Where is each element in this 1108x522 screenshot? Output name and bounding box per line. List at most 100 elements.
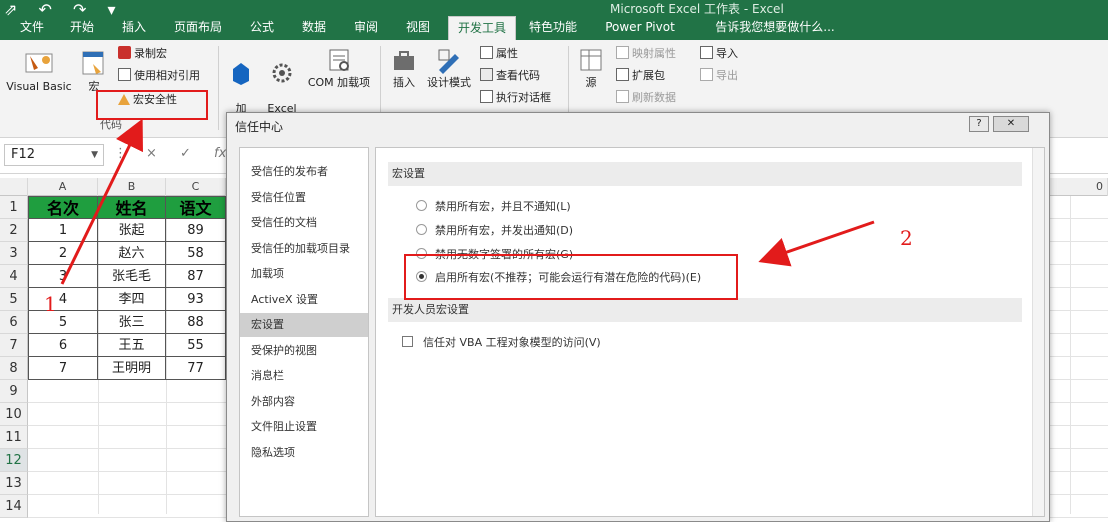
table-cell[interactable]: 张毛毛 <box>98 265 166 288</box>
nav-item[interactable]: 消息栏 <box>240 364 368 388</box>
expansion-packs-label: 扩展包 <box>632 69 665 82</box>
run-dialog-button[interactable]: 执行对话框 <box>480 90 551 106</box>
row-header[interactable]: 7 <box>0 334 28 357</box>
table-cell[interactable]: 3 <box>28 265 98 288</box>
export-button[interactable]: 导出 <box>700 68 738 84</box>
design-mode-button[interactable]: 设计模式 <box>424 46 474 89</box>
table-header-cell[interactable]: 语文 <box>166 196 226 219</box>
radio-circle[interactable] <box>416 200 427 211</box>
map-properties-button[interactable]: 映射属性 <box>616 46 676 62</box>
ribbon-tab[interactable]: 插入 <box>112 16 156 40</box>
row-header[interactable]: 4 <box>0 265 28 288</box>
table-cell[interactable]: 4 <box>28 288 98 311</box>
addins-icon <box>233 63 249 85</box>
ribbon-tab[interactable]: 审阅 <box>344 16 388 40</box>
column-header[interactable]: A <box>28 178 98 196</box>
macro-option-radio[interactable]: 禁用所有宏，并发出通知(D) <box>416 222 573 238</box>
nav-item[interactable]: 外部内容 <box>240 390 368 414</box>
row-header[interactable]: 1 <box>0 196 28 219</box>
fx-icon[interactable]: fx <box>214 146 226 161</box>
record-macro-button[interactable]: 录制宏 <box>118 46 167 62</box>
column-header[interactable]: C <box>166 178 226 196</box>
properties-button[interactable]: 属性 <box>480 46 518 62</box>
trust-vba-access-checkbox[interactable]: 信任对 VBA 工程对象模型的访问(V) <box>402 334 601 350</box>
table-header-cell[interactable]: 姓名 <box>98 196 166 219</box>
relative-reference-button[interactable]: 使用相对引用 <box>118 68 200 84</box>
nav-item[interactable]: 受保护的视图 <box>240 339 368 363</box>
tell-me-search[interactable]: 告诉我您想要做什么... <box>700 16 850 40</box>
radio-circle[interactable] <box>416 224 427 235</box>
nav-item[interactable]: 受信任位置 <box>240 186 368 210</box>
table-cell[interactable]: 88 <box>166 311 226 334</box>
pane-scrollbar[interactable] <box>1032 148 1044 516</box>
table-cell[interactable]: 93 <box>166 288 226 311</box>
row-header[interactable]: 12 <box>0 449 28 472</box>
table-cell[interactable]: 6 <box>28 334 98 357</box>
table-cell[interactable]: 王明明 <box>98 357 166 380</box>
row-header[interactable]: 10 <box>0 403 28 426</box>
view-code-button[interactable]: 查看代码 <box>480 68 540 84</box>
refresh-data-button[interactable]: 刷新数据 <box>616 90 676 106</box>
table-cell[interactable]: 55 <box>166 334 226 357</box>
nav-item[interactable]: 加载项 <box>240 262 368 286</box>
macro-option-radio[interactable]: 禁用所有宏，并且不通知(L) <box>416 198 571 214</box>
ribbon-tab[interactable]: 公式 <box>240 16 284 40</box>
ribbon-tab[interactable]: 视图 <box>396 16 440 40</box>
nav-item[interactable]: 受信任的加载项目录 <box>240 237 368 261</box>
table-cell[interactable]: 王五 <box>98 334 166 357</box>
row-header[interactable]: 8 <box>0 357 28 380</box>
ribbon-tab[interactable]: Power Pivot <box>590 16 690 40</box>
name-box[interactable]: F12 ▼ <box>4 144 104 166</box>
annotation-label-2: 2 <box>900 226 913 250</box>
table-cell[interactable]: 77 <box>166 357 226 380</box>
nav-item[interactable]: ActiveX 设置 <box>240 288 368 312</box>
table-cell[interactable]: 1 <box>28 219 98 242</box>
row-header[interactable]: 9 <box>0 380 28 403</box>
expansion-packs-button[interactable]: 扩展包 <box>616 68 665 84</box>
row-header[interactable]: 5 <box>0 288 28 311</box>
ribbon-tab[interactable]: 数据 <box>292 16 336 40</box>
table-header-cell[interactable]: 名次 <box>28 196 98 219</box>
table-cell[interactable]: 89 <box>166 219 226 242</box>
nav-item[interactable]: 受信任的发布者 <box>240 160 368 184</box>
table-cell[interactable]: 李四 <box>98 288 166 311</box>
table-cell[interactable]: 5 <box>28 311 98 334</box>
row-header[interactable]: 6 <box>0 311 28 334</box>
ribbon-tab[interactable]: 开发工具 <box>448 16 516 40</box>
table-cell[interactable]: 2 <box>28 242 98 265</box>
visual-basic-button[interactable]: Visual Basic <box>4 48 74 93</box>
table-cell[interactable]: 张起 <box>98 219 166 242</box>
column-header[interactable]: 0 <box>1096 178 1108 196</box>
nav-item[interactable]: 宏设置 <box>240 313 368 337</box>
nav-item[interactable]: 受信任的文档 <box>240 211 368 235</box>
insert-control-button[interactable]: 插入 <box>386 46 422 89</box>
column-header[interactable]: B <box>98 178 166 196</box>
nav-item[interactable]: 隐私选项 <box>240 441 368 465</box>
chevron-down-icon[interactable]: ▼ <box>91 145 98 165</box>
close-button[interactable]: ✕ <box>993 116 1029 132</box>
row-header[interactable]: 2 <box>0 219 28 242</box>
ribbon-tab[interactable]: 特色功能 <box>524 16 582 40</box>
table-cell[interactable]: 58 <box>166 242 226 265</box>
ribbon-tab[interactable]: 开始 <box>60 16 104 40</box>
table-cell[interactable]: 赵六 <box>98 242 166 265</box>
enter-icon[interactable]: ✓ <box>180 146 191 161</box>
help-button[interactable]: ? <box>969 116 989 132</box>
nav-item[interactable]: 文件阻止设置 <box>240 415 368 439</box>
checkbox-box[interactable] <box>402 336 413 347</box>
com-addins-button[interactable]: COM 加载项 <box>304 46 374 89</box>
row-header[interactable]: 3 <box>0 242 28 265</box>
table-cell[interactable]: 7 <box>28 357 98 380</box>
select-all-corner[interactable] <box>0 178 28 196</box>
table-cell[interactable]: 张三 <box>98 311 166 334</box>
table-cell[interactable]: 87 <box>166 265 226 288</box>
row-header[interactable]: 14 <box>0 495 28 518</box>
macros-button[interactable]: 宏 <box>76 48 112 93</box>
row-header[interactable]: 11 <box>0 426 28 449</box>
source-button[interactable]: 源 <box>574 46 608 89</box>
ribbon-tab[interactable]: 文件 <box>14 16 50 40</box>
cancel-icon[interactable]: × <box>146 146 157 161</box>
row-header[interactable]: 13 <box>0 472 28 495</box>
ribbon-tab[interactable]: 页面布局 <box>166 16 230 40</box>
import-button[interactable]: 导入 <box>700 46 738 62</box>
